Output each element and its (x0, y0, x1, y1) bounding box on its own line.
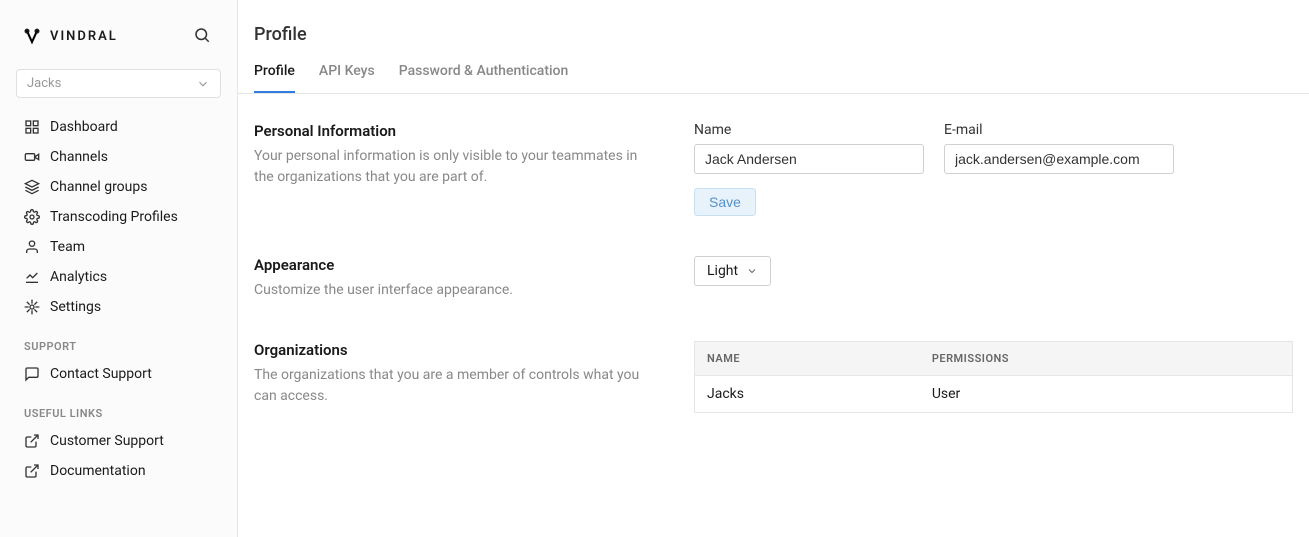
sidebar-item-settings[interactable]: Settings (12, 292, 225, 322)
sidebar-item-channels[interactable]: Channels (12, 142, 225, 172)
search-icon (193, 26, 211, 44)
brand-name: VINDRAL (50, 29, 118, 44)
section-description: Your personal information is only visibl… (254, 146, 654, 188)
sidebar-item-customer-support[interactable]: Customer Support (12, 426, 225, 456)
sidebar-item-label: Contact Support (50, 366, 152, 382)
sidebar-section-links: USEFUL LINKS (0, 389, 237, 426)
sidebar-item-label: Team (50, 239, 85, 255)
page-title: Profile (238, 0, 1309, 63)
section-description: Customize the user interface appearance. (254, 280, 654, 301)
section-title: Organizations (254, 341, 654, 359)
video-icon (24, 149, 40, 165)
search-button[interactable] (189, 22, 215, 51)
external-link-icon (24, 463, 40, 479)
brand-logo[interactable]: VINDRAL (22, 27, 118, 47)
external-link-icon (24, 433, 40, 449)
theme-value: Light (707, 263, 738, 279)
organizations-table: NAME PERMISSIONS Jacks User (694, 341, 1293, 413)
sidebar-item-channel-groups[interactable]: Channel groups (12, 172, 225, 202)
sidebar-item-analytics[interactable]: Analytics (12, 262, 225, 292)
sidebar-item-dashboard[interactable]: Dashboard (12, 112, 225, 142)
section-personal-information: Personal Information Your personal infor… (254, 122, 1293, 216)
sidebar-section-support: SUPPORT (0, 322, 237, 359)
settings-icon (24, 299, 40, 315)
gear-icon (24, 209, 40, 225)
email-input[interactable] (944, 144, 1174, 174)
chevron-down-icon (196, 77, 210, 91)
sidebar-item-team[interactable]: Team (12, 232, 225, 262)
main-content: Profile Profile API Keys Password & Auth… (238, 0, 1309, 537)
org-selector[interactable]: Jacks (16, 69, 221, 98)
layers-icon (24, 179, 40, 195)
section-organizations: Organizations The organizations that you… (254, 341, 1293, 413)
dashboard-icon (24, 119, 40, 135)
sidebar-item-label: Channel groups (50, 179, 147, 195)
sidebar-item-label: Analytics (50, 269, 107, 285)
org-selector-label: Jacks (27, 76, 61, 91)
save-button[interactable]: Save (694, 188, 756, 216)
sidebar-item-documentation[interactable]: Documentation (12, 456, 225, 486)
org-name-cell: Jacks (695, 376, 920, 413)
tab-profile[interactable]: Profile (254, 63, 295, 93)
chart-icon (24, 269, 40, 285)
sidebar-item-label: Settings (50, 299, 101, 315)
email-label: E-mail (944, 122, 1174, 138)
section-title: Appearance (254, 256, 654, 274)
sidebar-item-label: Channels (50, 149, 108, 165)
sidebar-item-label: Documentation (50, 463, 146, 479)
tabs: Profile API Keys Password & Authenticati… (238, 63, 1309, 94)
section-title: Personal Information (254, 122, 654, 140)
user-icon (24, 239, 40, 255)
sidebar-item-contact-support[interactable]: Contact Support (12, 359, 225, 389)
tab-password-authentication[interactable]: Password & Authentication (399, 63, 569, 93)
tab-api-keys[interactable]: API Keys (319, 63, 375, 93)
vindral-logo-icon (22, 27, 42, 47)
sidebar-item-label: Customer Support (50, 433, 164, 449)
section-appearance: Appearance Customize the user interface … (254, 256, 1293, 301)
name-label: Name (694, 122, 924, 138)
table-header-name: NAME (695, 342, 920, 376)
theme-selector[interactable]: Light (694, 256, 771, 286)
org-permissions-cell: User (920, 376, 1293, 413)
table-row: Jacks User (695, 376, 1293, 413)
message-icon (24, 366, 40, 382)
table-header-permissions: PERMISSIONS (920, 342, 1293, 376)
section-description: The organizations that you are a member … (254, 365, 654, 407)
sidebar-item-label: Dashboard (50, 119, 118, 135)
sidebar-item-transcoding-profiles[interactable]: Transcoding Profiles (12, 202, 225, 232)
chevron-down-icon (746, 265, 758, 277)
name-input[interactable] (694, 144, 924, 174)
sidebar-item-label: Transcoding Profiles (50, 209, 178, 225)
sidebar: VINDRAL Jacks Dashboard Channels Channel… (0, 0, 238, 537)
